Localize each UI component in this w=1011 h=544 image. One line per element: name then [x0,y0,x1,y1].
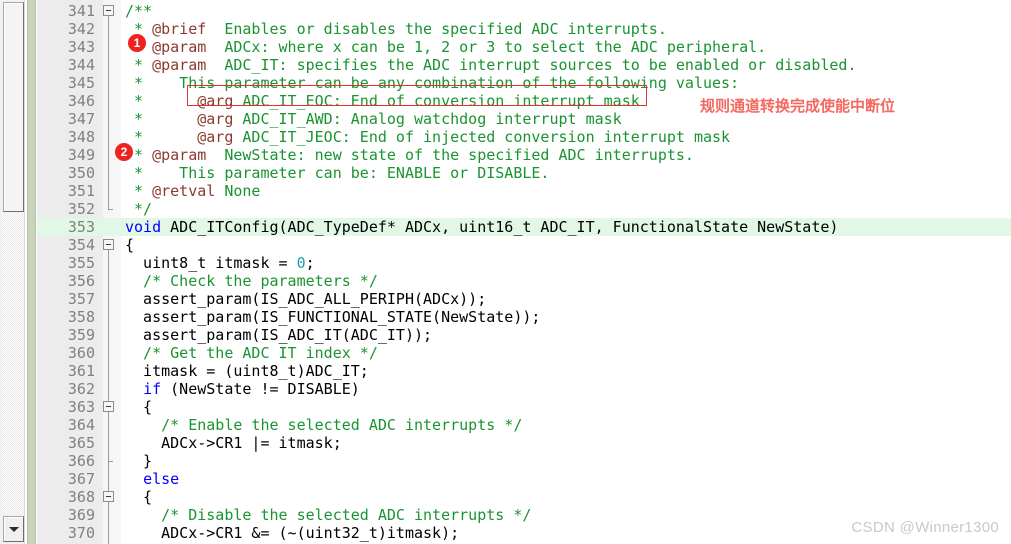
code-text[interactable]: * @arg ADC_IT_JEOC: End of injected conv… [125,128,730,146]
code-text[interactable]: itmask = (uint8_t)ADC_IT; [125,362,369,380]
code-line[interactable]: 356 /* Check the parameters */ [37,272,1011,290]
line-number: 345 [67,74,95,92]
code-line[interactable]: 352 */ [37,200,1011,218]
code-line[interactable]: 342 * @brief Enables or disables the spe… [37,20,1011,38]
line-number: 370 [67,524,95,542]
code-text[interactable]: * @arg ADC_IT_AWD: Analog watchdog inter… [125,110,622,128]
chevron-down-icon [8,527,19,532]
line-number: 342 [67,20,95,38]
code-text[interactable]: ADCx->CR1 &= (~(uint32_t)itmask); [125,524,459,542]
line-number: 346 [67,92,95,110]
code-text[interactable]: /* Disable the selected ADC interrupts *… [125,506,531,524]
code-text[interactable]: assert_param(IS_ADC_IT(ADC_IT)); [125,326,432,344]
code-text[interactable]: /* Enable the selected ADC interrupts */ [125,416,522,434]
code-text[interactable]: { [125,398,152,416]
line-number: 359 [67,326,95,344]
code-editor-window: 341/** 342 * @brief Enables or disables t… [0,0,1011,544]
code-line[interactable]: 349 * @param NewState: new state of the … [37,146,1011,164]
line-number: 363 [67,398,95,416]
code-text[interactable]: * @param NewState: new state of the spec… [125,146,694,164]
line-number: 365 [67,434,95,452]
code-line[interactable]: 355 uint8_t itmask = 0; [37,254,1011,272]
code-line[interactable]: 358 assert_param(IS_FUNCTIONAL_STATE(New… [37,308,1011,326]
line-number: 348 [67,128,95,146]
line-number: 367 [67,470,95,488]
line-number: 358 [67,308,95,326]
code-text[interactable]: void ADC_ITConfig(ADC_TypeDef* ADCx, uin… [125,218,839,236]
code-text[interactable]: * @brief Enables or disables the specifi… [125,20,667,38]
line-number: 353 [67,218,95,236]
line-number: 341 [67,2,95,20]
code-line[interactable]: 363 { [37,398,1011,416]
line-number: 368 [67,488,95,506]
line-number: 350 [67,164,95,182]
gutter-band [27,0,36,544]
code-text[interactable]: assert_param(IS_FUNCTIONAL_STATE(NewStat… [125,308,540,326]
line-number: 369 [67,506,95,524]
breakpoint-gutter-strip[interactable] [25,0,37,544]
code-line[interactable]: 353 void ADC_ITConfig(ADC_TypeDef* ADCx, … [37,218,1011,236]
code-line[interactable]: 366 } [37,452,1011,470]
code-text[interactable]: /** [125,2,152,20]
code-line[interactable]: 360 /* Get the ADC IT index */ [37,344,1011,362]
code-line[interactable]: 362 if (NewState != DISABLE) [37,380,1011,398]
code-text[interactable]: ADCx->CR1 |= itmask; [125,434,342,452]
code-text[interactable]: */ [125,200,152,218]
line-number: 349 [67,146,95,164]
code-line[interactable]: 364 /* Enable the selected ADC interrupt… [37,416,1011,434]
code-line[interactable]: 359 assert_param(IS_ADC_IT(ADC_IT)); [37,326,1011,344]
line-number: 366 [67,452,95,470]
scrollbar-down-button[interactable] [3,516,24,542]
code-text[interactable]: assert_param(IS_ADC_ALL_PERIPH(ADCx)); [125,290,486,308]
watermark-text: CSDN @Winner1300 [851,519,999,536]
line-number: 354 [67,236,95,254]
code-line[interactable]: 365 ADCx->CR1 |= itmask; [37,434,1011,452]
code-text[interactable]: if (NewState != DISABLE) [125,380,360,398]
code-text[interactable]: /* Get the ADC IT index */ [125,344,378,362]
code-text[interactable]: } [125,452,152,470]
code-line[interactable]: 357 assert_param(IS_ADC_ALL_PERIPH(ADCx)… [37,290,1011,308]
line-number: 357 [67,290,95,308]
line-number: 352 [67,200,95,218]
code-line[interactable]: 348 * @arg ADC_IT_JEOC: End of injected … [37,128,1011,146]
code-line[interactable]: 351 * @retval None [37,182,1011,200]
code-text[interactable]: * This parameter can be: ENABLE or DISAB… [125,164,549,182]
annotation-badge-1: 1 [128,34,146,52]
code-line[interactable]: 341 /** [37,2,1011,20]
code-line[interactable]: 344 * @param ADC_IT: specifies the ADC i… [37,56,1011,74]
line-number: 343 [67,38,95,56]
code-line[interactable]: 350 * This parameter can be: ENABLE or D… [37,164,1011,182]
line-number: 361 [67,362,95,380]
annotation-chinese-note: 规则通道转换完成使能中断位 [700,97,896,115]
scrollbar-trough[interactable] [2,212,23,514]
code-line[interactable]: 343 * @param ADCx: where x can be 1, 2 o… [37,38,1011,56]
code-surface[interactable]: 341/** 342 * @brief Enables or disables t… [37,0,1011,544]
code-text[interactable]: * @retval None [125,182,260,200]
code-text[interactable]: { [125,236,134,254]
code-text[interactable]: else [125,470,179,488]
code-line[interactable]: 368 { [37,488,1011,506]
code-text[interactable]: { [125,488,152,506]
line-number: 364 [67,416,95,434]
code-line[interactable]: 354 { [37,236,1011,254]
code-text[interactable]: * @param ADCx: where x can be 1, 2 or 3 … [125,38,766,56]
line-number: 355 [67,254,95,272]
line-number: 351 [67,182,95,200]
annotation-badge-2: 2 [115,143,133,161]
code-line[interactable]: 367 else [37,470,1011,488]
line-number: 344 [67,56,95,74]
code-text[interactable]: uint8_t itmask = 0; [125,254,315,272]
line-number: 360 [67,344,95,362]
code-line[interactable]: 361 itmask = (uint8_t)ADC_IT; [37,362,1011,380]
vertical-scrollbar[interactable] [0,0,25,544]
line-number: 347 [67,110,95,128]
annotation-highlight-box [187,85,647,106]
scrollbar-thumb[interactable] [3,2,24,212]
line-number: 356 [67,272,95,290]
code-text[interactable]: * @param ADC_IT: specifies the ADC inter… [125,56,856,74]
line-number: 362 [67,380,95,398]
code-text[interactable]: /* Check the parameters */ [125,272,378,290]
